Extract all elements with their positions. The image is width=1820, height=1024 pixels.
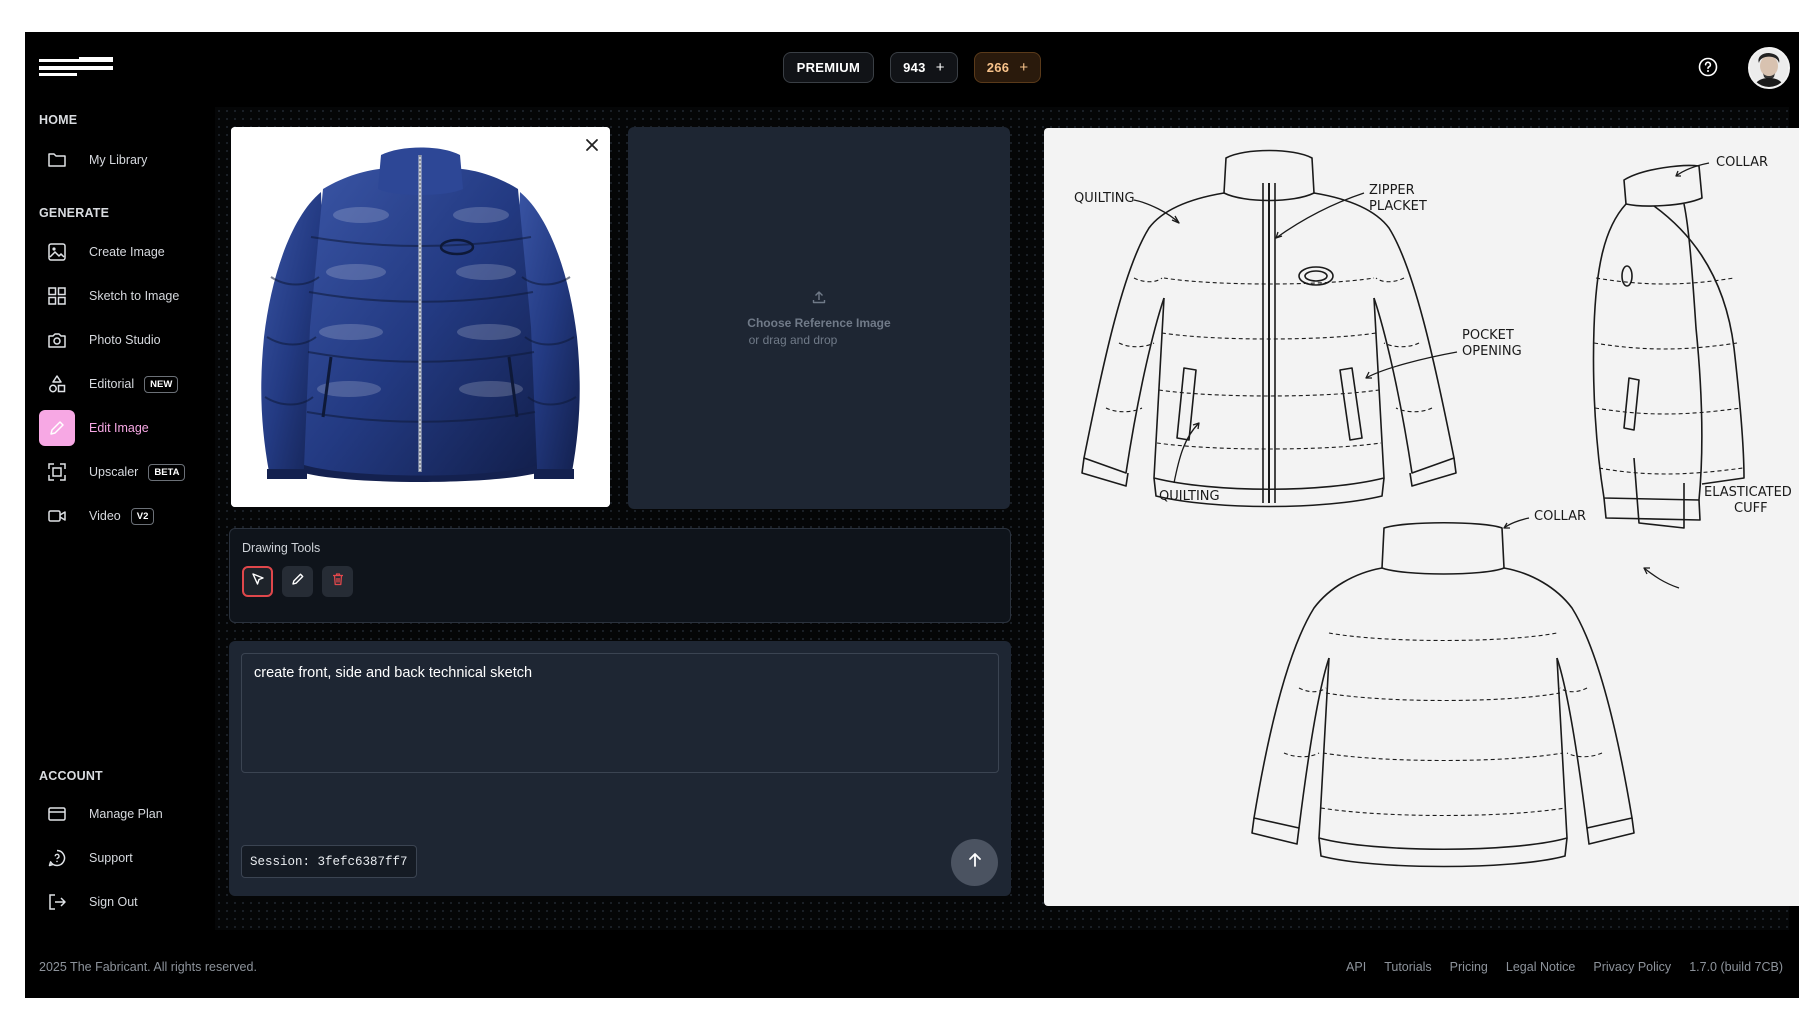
- sketch-label-cuff: CUFF: [1734, 501, 1768, 516]
- sketch-label-opening: OPENING: [1462, 344, 1522, 359]
- help-icon[interactable]: [1697, 56, 1719, 78]
- sidebar-item-label: Sketch to Image: [89, 289, 180, 303]
- shapes-icon: [39, 366, 75, 402]
- sidebar-item-label: Photo Studio: [89, 333, 161, 347]
- submit-button[interactable]: [951, 839, 998, 886]
- drawing-tools-panel: Drawing Tools: [229, 528, 1011, 623]
- sidebar-item-label: Editorial: [89, 377, 135, 391]
- footer-link-pricing[interactable]: Pricing: [1450, 960, 1488, 974]
- sketch-label-pocket: POCKET: [1462, 328, 1514, 343]
- sidebar-item-edit-image[interactable]: Edit Image: [39, 410, 149, 446]
- prompt-input[interactable]: create front, side and back technical sk…: [241, 653, 999, 773]
- beta-badge: BETA: [148, 463, 186, 481]
- close-icon[interactable]: [584, 137, 600, 153]
- sidebar-item-editorial[interactable]: Editorial NEW: [39, 366, 179, 402]
- v2-badge: V2: [130, 507, 155, 525]
- signout-icon: [39, 884, 75, 920]
- upload-icon: [811, 289, 827, 310]
- reference-title: Choose Reference Image: [747, 316, 891, 330]
- grid-icon: [39, 278, 75, 314]
- prompt-panel: create front, side and back technical sk…: [229, 641, 1011, 896]
- credits-a-count: 943: [903, 60, 926, 75]
- expand-icon: [39, 454, 75, 490]
- sidebar-item-create-image[interactable]: Create Image: [39, 234, 165, 270]
- pencil-icon: [291, 572, 305, 591]
- sketch-label-zipper: ZIPPER: [1369, 183, 1415, 198]
- sketch-label-quilting: QUILTING: [1074, 191, 1135, 206]
- generated-sketch-image[interactable]: QUILTING ZIPPER PLACKET COLLAR POCKET OP…: [1044, 128, 1799, 906]
- copyright: 2025 The Fabricant. All rights reserved.: [39, 960, 257, 974]
- camera-icon: [39, 322, 75, 358]
- footer-link-tutorials[interactable]: Tutorials: [1384, 960, 1431, 974]
- sidebar-item-video[interactable]: Video V2: [39, 498, 155, 534]
- sketch-label-collar-side: COLLAR: [1716, 155, 1768, 170]
- sidebar-item-label: My Library: [89, 153, 148, 167]
- reference-subtitle: or drag and drop: [748, 333, 838, 347]
- video-icon: [39, 498, 75, 534]
- folder-icon: [39, 142, 75, 178]
- sidebar-item-label: Manage Plan: [89, 807, 163, 821]
- footer-links: API Tutorials Pricing Legal Notice Priva…: [1346, 960, 1783, 974]
- sidebar-item-label: Support: [89, 851, 133, 865]
- footer-link-privacy-policy[interactable]: Privacy Policy: [1593, 960, 1671, 974]
- plus-icon: +: [935, 59, 945, 76]
- credits-b-button[interactable]: 266 +: [973, 52, 1042, 83]
- sketch-label-collar-back: COLLAR: [1534, 509, 1586, 524]
- drawing-tools-title: Drawing Tools: [242, 541, 321, 555]
- version-label: 1.7.0 (build 7CB): [1689, 960, 1783, 974]
- sidebar-item-photo-studio[interactable]: Photo Studio: [39, 322, 161, 358]
- clear-tool-button[interactable]: [322, 566, 353, 597]
- sidebar-item-label: Create Image: [89, 245, 165, 259]
- plus-icon: +: [1019, 59, 1029, 76]
- trash-icon: [331, 572, 345, 591]
- chat-icon: [39, 840, 75, 876]
- new-badge: NEW: [144, 375, 179, 393]
- sidebar-item-support[interactable]: Support: [39, 840, 133, 876]
- pencil-icon: [39, 410, 75, 446]
- sidebar-item-my-library[interactable]: My Library: [39, 142, 147, 178]
- draw-tool-button[interactable]: [282, 566, 313, 597]
- sidebar-item-label: Sign Out: [89, 895, 138, 909]
- sidebar-item-label: Edit Image: [89, 421, 149, 435]
- select-tool-button[interactable]: [242, 566, 273, 597]
- sidebar-item-sketch-to-image[interactable]: Sketch to Image: [39, 278, 179, 314]
- sidebar-item-label: Upscaler: [89, 465, 139, 479]
- footer-link-legal-notice[interactable]: Legal Notice: [1506, 960, 1576, 974]
- sidebar-item-label: Video: [89, 509, 121, 523]
- sidebar-section-account: ACCOUNT: [39, 769, 103, 783]
- source-image-card[interactable]: [231, 127, 610, 507]
- technical-sketch-drawing: QUILTING ZIPPER PLACKET COLLAR POCKET OP…: [1074, 149, 1792, 868]
- card-icon: [39, 796, 75, 832]
- sidebar-item-sign-out[interactable]: Sign Out: [39, 884, 138, 920]
- app-window: PREMIUM 943 + 266 + HOME My Library GENERA…: [25, 32, 1799, 998]
- sketch-label-placket: PLACKET: [1369, 199, 1427, 214]
- cursor-icon: [251, 572, 265, 591]
- session-id: Session: 3fefc6387ff7: [241, 845, 417, 878]
- credits-b-count: 266: [986, 60, 1010, 75]
- credits-a-button[interactable]: 943 +: [890, 52, 958, 83]
- sketch-label-elasticated: ELASTICATED: [1704, 485, 1792, 500]
- premium-badge[interactable]: PREMIUM: [782, 52, 875, 83]
- avatar[interactable]: [1748, 47, 1790, 89]
- credits-bar: PREMIUM 943 + 266 +: [25, 52, 1799, 83]
- puffer-jacket-photo: [231, 127, 610, 507]
- sidebar-section-home[interactable]: HOME: [39, 113, 77, 127]
- reference-upload-dropzone[interactable]: Choose Reference Image or drag and drop: [628, 127, 1010, 509]
- arrow-up-icon: [966, 851, 984, 874]
- sidebar-item-upscaler[interactable]: Upscaler BETA: [39, 454, 186, 490]
- workspace: Choose Reference Image or drag and drop …: [215, 107, 1799, 930]
- image-icon: [39, 234, 75, 270]
- sketch-label-quilting-lower: QUILTING: [1159, 489, 1220, 504]
- sidebar-section-generate: GENERATE: [39, 206, 110, 220]
- footer-link-api[interactable]: API: [1346, 960, 1366, 974]
- sidebar-item-manage-plan[interactable]: Manage Plan: [39, 796, 163, 832]
- premium-label: PREMIUM: [796, 60, 861, 75]
